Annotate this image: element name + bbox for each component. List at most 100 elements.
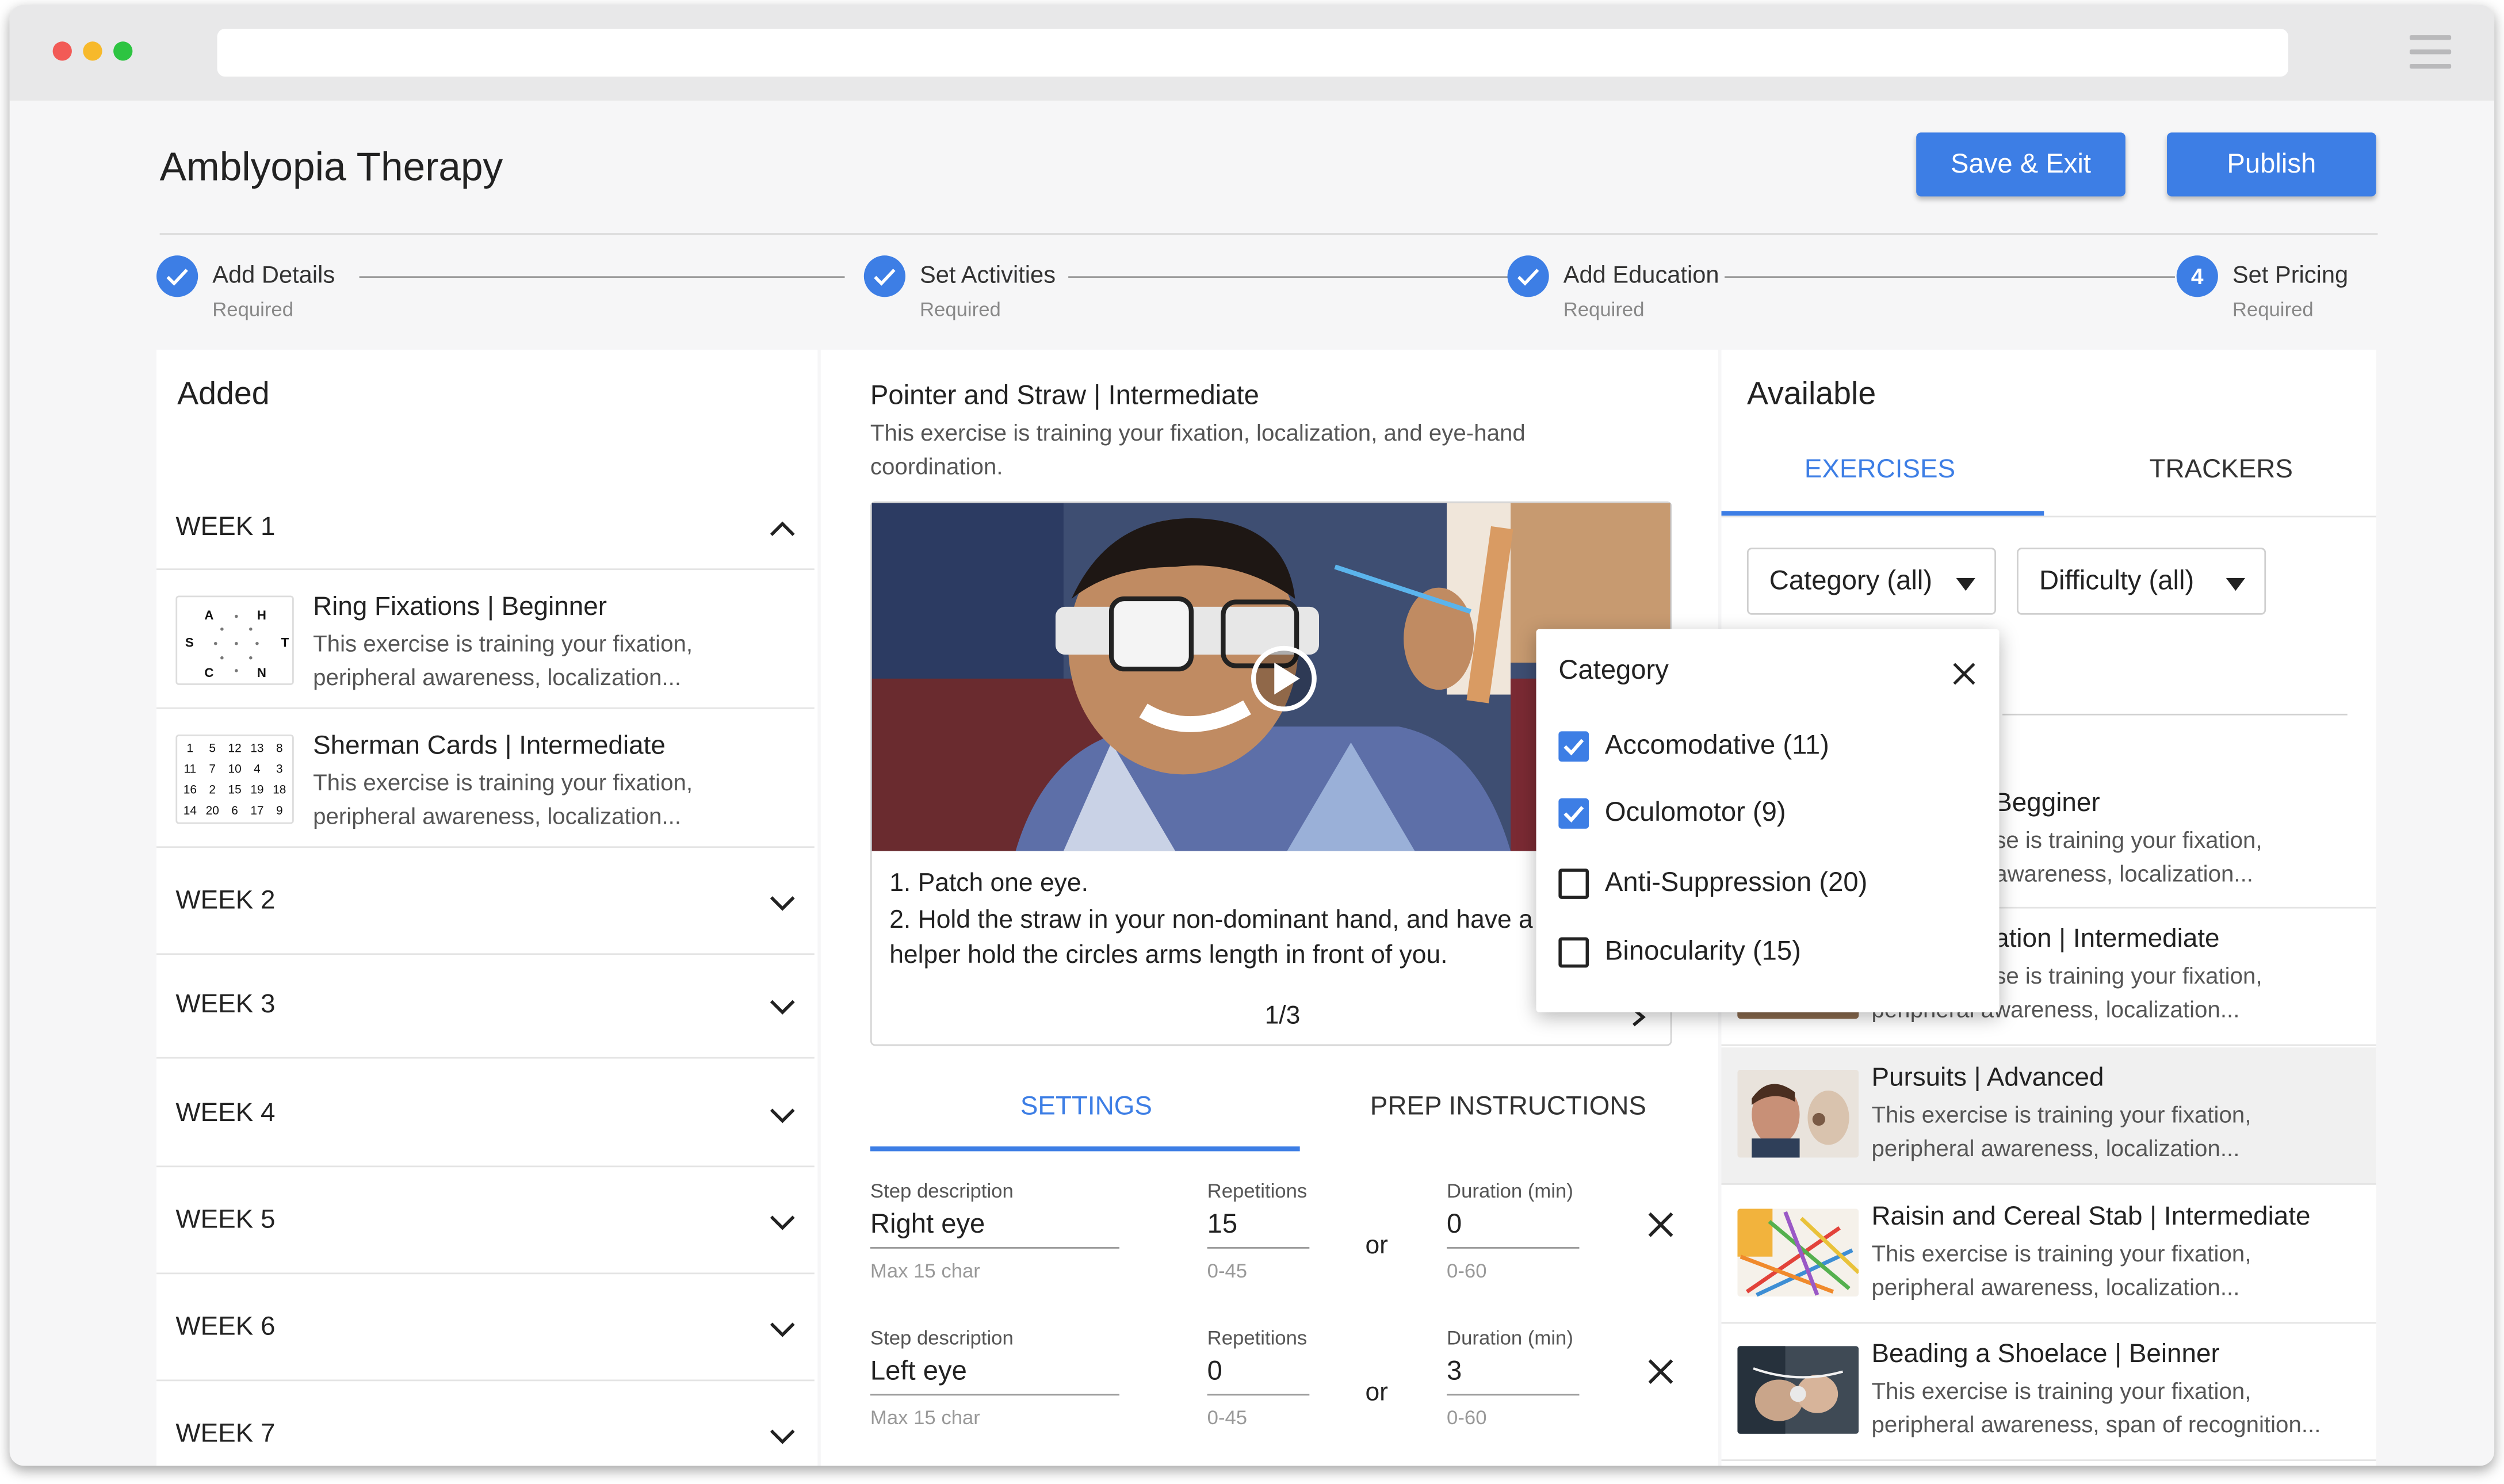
- pursuits-thumbnail: [1737, 1069, 1859, 1158]
- week-label: WEEK 2: [175, 886, 276, 915]
- week-row[interactable]: WEEK 4: [156, 1058, 815, 1168]
- tab-trackers[interactable]: TRACKERS: [2149, 455, 2292, 485]
- thumb-number: 20: [205, 803, 219, 818]
- pager-indicator: 1/3: [1264, 1003, 1301, 1030]
- repetitions-input[interactable]: 0: [1207, 1356, 1222, 1388]
- checkbox-label: Anti-Suppression (20): [1604, 867, 1868, 898]
- chevron-down-icon[interactable]: [768, 1105, 797, 1124]
- tab-settings[interactable]: SETTINGS: [1020, 1092, 1152, 1123]
- week-label: WEEK 7: [175, 1419, 276, 1448]
- thumb-number: 14: [183, 803, 197, 818]
- list-item[interactable]: Raisin and Cereal Stab | Intermediate Th…: [1721, 1187, 2376, 1324]
- item-description: This exercise is training your fixation,…: [1871, 1379, 2321, 1439]
- publish-button[interactable]: Publish: [2167, 132, 2376, 197]
- checkbox-label: Binocularity (15): [1604, 935, 1801, 966]
- thumb-number: 13: [250, 741, 264, 756]
- thumb-letter: A: [204, 608, 213, 622]
- chevron-down-icon[interactable]: [768, 1212, 797, 1231]
- caret-down-icon: [1956, 577, 1975, 591]
- item-title: Ring Fixations | Beginner: [313, 592, 607, 621]
- category-dropdown: Category Accomodative (11) Oculomotor (9…: [1536, 629, 2000, 1012]
- step-sublabel: Required: [919, 299, 1001, 321]
- exercise-description: This exercise is training your fixation,…: [870, 421, 1526, 481]
- week-row[interactable]: WEEK 6: [156, 1274, 815, 1382]
- maximize-window-dot[interactable]: [113, 41, 133, 61]
- active-tab-indicator: [870, 1146, 1300, 1152]
- check-icon: [1563, 806, 1584, 823]
- list-item[interactable]: A H S T C N Ring Fixations | Beginner Th…: [156, 570, 815, 709]
- week-row[interactable]: WEEK 5: [156, 1167, 815, 1275]
- filter-divider: [2002, 713, 2348, 716]
- thumb-number: 16: [183, 782, 197, 797]
- instruction-steps: 1. Patch one eye. 2. Hold the straw in y…: [889, 867, 1533, 974]
- thumb-number: 10: [228, 762, 242, 777]
- week-row[interactable]: WEEK 2: [156, 848, 815, 955]
- header-divider: [159, 233, 2378, 235]
- chevron-down-icon[interactable]: [768, 996, 797, 1015]
- thumb-letter: T: [281, 635, 289, 649]
- thumb-number: 12: [228, 741, 242, 756]
- difficulty-filter[interactable]: Difficulty (all): [2017, 548, 2266, 615]
- thumb-number: 3: [276, 762, 283, 777]
- thumb-letter: S: [185, 635, 194, 649]
- browser-chrome: [9, 5, 2495, 101]
- menu-icon[interactable]: [2409, 35, 2452, 70]
- input-underline: [1207, 1247, 1310, 1249]
- thumb-number: 17: [250, 803, 264, 818]
- chevron-down-icon[interactable]: [768, 1319, 797, 1338]
- exercise-title: Pointer and Straw | Intermediate: [870, 380, 1259, 411]
- checkbox-accomodative[interactable]: [1558, 731, 1589, 762]
- week-row[interactable]: WEEK 7: [156, 1381, 815, 1466]
- field-label: Step description: [870, 1326, 1014, 1349]
- field-label: Duration (min): [1447, 1180, 1573, 1203]
- repetitions-input[interactable]: 15: [1207, 1208, 1238, 1241]
- list-item[interactable]: Pursuits | Advanced This exercise is tra…: [1721, 1047, 2376, 1185]
- checkbox-binocularity[interactable]: [1558, 937, 1589, 968]
- list-item[interactable]: Beading a Shoelace | Beinner This exerci…: [1721, 1324, 2376, 1462]
- duration-input[interactable]: 3: [1447, 1356, 1462, 1388]
- category-filter[interactable]: Category (all): [1746, 548, 1996, 615]
- tab-prep-instructions[interactable]: PREP INSTRUCTIONS: [1370, 1092, 1646, 1123]
- thumb-number: 1: [186, 741, 194, 756]
- step-label: Set Activities: [919, 262, 1056, 289]
- thumb-number: 18: [273, 782, 286, 797]
- week-row[interactable]: WEEK 1: [156, 477, 815, 571]
- field-hint: Max 15 char: [870, 1406, 980, 1429]
- address-bar[interactable]: [217, 28, 2289, 77]
- or-separator: or: [1365, 1379, 1388, 1407]
- step-description-input[interactable]: Left eye: [870, 1356, 967, 1388]
- save-exit-button[interactable]: Save & Exit: [1916, 132, 2125, 197]
- chevron-down-icon[interactable]: [768, 1426, 797, 1445]
- thumb-number: 11: [184, 762, 197, 777]
- thumb-letter: N: [257, 665, 266, 680]
- close-icon[interactable]: [1646, 1357, 1675, 1386]
- field-label: Step description: [870, 1180, 1014, 1203]
- chevron-down-icon[interactable]: [768, 893, 797, 912]
- thumb-number: 5: [209, 741, 216, 756]
- close-icon[interactable]: [1951, 661, 1977, 686]
- step-label: Add Details: [212, 262, 335, 289]
- or-separator: or: [1365, 1233, 1388, 1260]
- available-title: Available: [1746, 377, 1876, 412]
- instruction-step: 2. Hold the straw in your non-dominant h…: [889, 906, 1533, 934]
- field-label: Repetitions: [1207, 1180, 1308, 1203]
- week-label: WEEK 6: [175, 1312, 276, 1341]
- check-icon: [156, 255, 198, 297]
- week-label: WEEK 3: [175, 990, 276, 1019]
- list-item[interactable]: 1 5 12 13 8 11 7 10 4 3 16 2 15 19 18 14 20 6 17 9 Sherman …: [156, 709, 815, 848]
- minimize-window-dot[interactable]: [83, 41, 102, 61]
- input-underline: [1447, 1247, 1580, 1249]
- difficulty-filter-label: Difficulty (all): [2039, 565, 2195, 596]
- item-title: Begginer: [1994, 789, 2100, 818]
- close-window-dot[interactable]: [52, 41, 72, 61]
- item-description: This exercise is training your fixation,…: [1871, 1103, 2251, 1162]
- checkbox-anti-suppression[interactable]: [1558, 869, 1589, 899]
- thumb-number: 8: [276, 741, 283, 756]
- week-row[interactable]: WEEK 3: [156, 955, 815, 1059]
- duration-input[interactable]: 0: [1447, 1208, 1462, 1241]
- close-icon[interactable]: [1646, 1210, 1675, 1239]
- chevron-up-icon[interactable]: [768, 519, 797, 538]
- checkbox-oculomotor[interactable]: [1558, 798, 1589, 829]
- tab-exercises[interactable]: EXERCISES: [1805, 455, 1955, 485]
- step-description-input[interactable]: Right eye: [870, 1208, 985, 1241]
